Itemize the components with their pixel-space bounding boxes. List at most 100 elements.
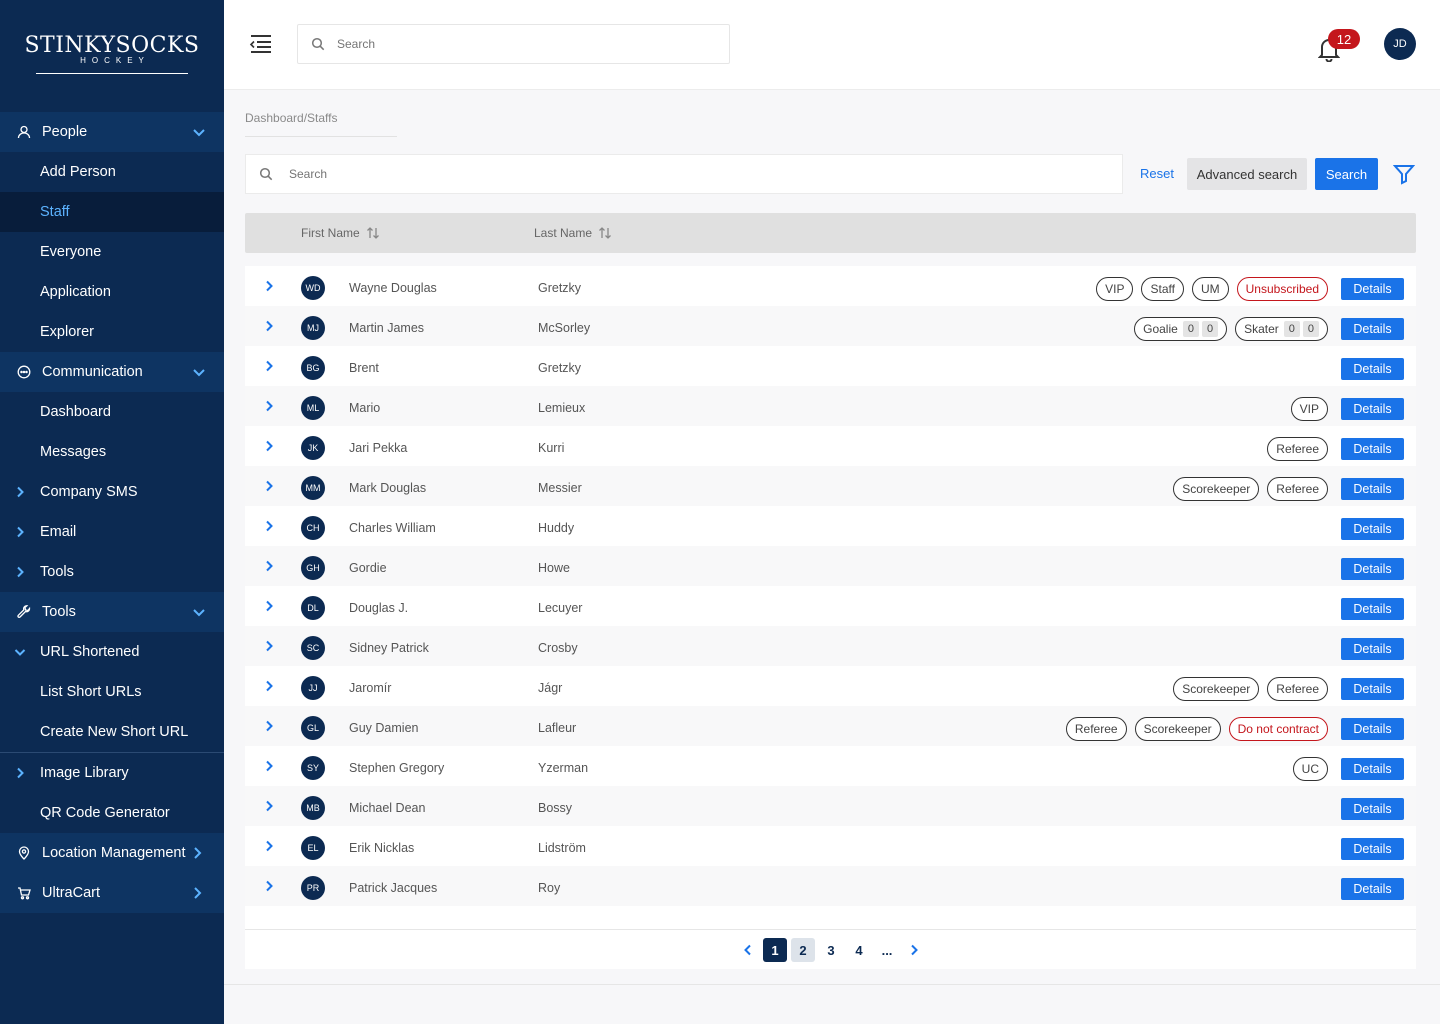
- expand-row-icon[interactable]: [263, 360, 275, 372]
- nav-item-url-shortened[interactable]: URL Shortened: [0, 632, 224, 672]
- expand-row-icon[interactable]: [263, 600, 275, 612]
- nav-item-create-short-url[interactable]: Create New Short URL: [0, 712, 224, 752]
- global-search[interactable]: [297, 24, 730, 64]
- tag-list: VIP: [1290, 397, 1328, 421]
- details-button[interactable]: Details: [1341, 278, 1404, 300]
- column-header-first-name[interactable]: First Name: [301, 226, 380, 240]
- page-number-button[interactable]: 1: [763, 938, 787, 962]
- tag-list: Referee: [1267, 437, 1328, 461]
- breadcrumb-underline: [245, 136, 397, 137]
- nav-item-label: Image Library: [40, 765, 129, 781]
- status-tag: Do not contract: [1228, 717, 1328, 741]
- first-name-cell: Mario: [349, 401, 381, 415]
- nav-item-label: Tools: [40, 564, 74, 580]
- advanced-search-button[interactable]: Advanced search: [1187, 158, 1307, 190]
- page-number-button[interactable]: 3: [819, 938, 843, 962]
- details-button[interactable]: Details: [1341, 758, 1404, 780]
- expand-row-icon[interactable]: [263, 720, 275, 732]
- nav-item-label: Email: [40, 524, 77, 540]
- nav-item-messages[interactable]: Messages: [0, 432, 224, 472]
- nav-item-list-short-urls[interactable]: List Short URLs: [0, 672, 224, 712]
- nav-section-tools[interactable]: Tools: [0, 592, 224, 632]
- nav-item-label: Everyone: [40, 244, 102, 260]
- first-name-cell: Stephen Gregory: [349, 761, 445, 775]
- details-button[interactable]: Details: [1341, 598, 1404, 620]
- expand-row-icon[interactable]: [263, 480, 275, 492]
- expand-row-icon[interactable]: [263, 640, 275, 652]
- nav-section-label: Tools: [42, 604, 76, 620]
- chevron-right-icon: [17, 526, 24, 538]
- expand-row-icon[interactable]: [263, 320, 275, 332]
- expand-row-icon[interactable]: [263, 880, 275, 892]
- status-tag: Skater 0 0: [1235, 317, 1328, 341]
- details-button[interactable]: Details: [1341, 438, 1404, 460]
- nav-item-company-sms[interactable]: Company SMS: [0, 472, 224, 512]
- details-button[interactable]: Details: [1341, 798, 1404, 820]
- pagination: 1 2 3 4...: [735, 938, 927, 962]
- nav-section-ultracart[interactable]: UltraCart: [0, 873, 224, 913]
- tag-label: Scorekeeper: [1182, 482, 1251, 496]
- last-name-cell: Yzerman: [538, 761, 589, 775]
- chevron-right-icon: [17, 486, 24, 498]
- expand-row-icon[interactable]: [263, 800, 275, 812]
- last-name-cell: Bossy: [538, 801, 573, 815]
- expand-row-icon[interactable]: [263, 680, 275, 692]
- page-ellipsis[interactable]: ...: [875, 938, 899, 962]
- menu-collapse-icon[interactable]: [249, 33, 273, 55]
- nav-item-email[interactable]: Email: [0, 512, 224, 552]
- details-button[interactable]: Details: [1341, 558, 1404, 580]
- nav-item-dashboard[interactable]: Dashboard: [0, 392, 224, 432]
- details-button[interactable]: Details: [1341, 478, 1404, 500]
- expand-row-icon[interactable]: [263, 560, 275, 572]
- table-row: JJ Jaromír Jágr Scorekeeper Referee Details: [245, 666, 1416, 706]
- table-row: MB Michael Dean Bossy Details: [245, 786, 1416, 826]
- table-row: BG Brent Gretzky Details: [245, 346, 1416, 386]
- global-search-input[interactable]: [337, 37, 697, 51]
- expand-row-icon[interactable]: [263, 440, 275, 452]
- details-button[interactable]: Details: [1341, 358, 1404, 380]
- details-button[interactable]: Details: [1341, 398, 1404, 420]
- brand-name: STINKYSOCKS: [24, 32, 200, 58]
- nav-section-communication[interactable]: Communication: [0, 352, 224, 392]
- staff-search-input[interactable]: [289, 167, 1089, 181]
- details-button[interactable]: Details: [1341, 838, 1404, 860]
- prev-page-button[interactable]: [735, 938, 761, 962]
- nav-item-explorer[interactable]: Explorer: [0, 312, 224, 352]
- expand-row-icon[interactable]: [263, 760, 275, 772]
- table-row: EL Erik Nicklas Lidström Details: [245, 826, 1416, 866]
- nav-section-people[interactable]: People: [0, 112, 224, 152]
- filter-icon[interactable]: [1393, 163, 1415, 185]
- page-number-button[interactable]: 2: [791, 938, 815, 962]
- details-button[interactable]: Details: [1341, 518, 1404, 540]
- person-avatar: EL: [301, 836, 325, 860]
- column-header-last-name[interactable]: Last Name: [534, 226, 612, 240]
- expand-row-icon[interactable]: [263, 400, 275, 412]
- page-number-button[interactable]: 4: [847, 938, 871, 962]
- user-avatar[interactable]: JD: [1384, 28, 1416, 60]
- details-button[interactable]: Details: [1341, 678, 1404, 700]
- staff-search[interactable]: [245, 154, 1123, 194]
- nav-item-application[interactable]: Application: [0, 272, 224, 312]
- nav-item-qr-code-generator[interactable]: QR Code Generator: [0, 793, 224, 833]
- next-page-button[interactable]: [901, 938, 927, 962]
- nav-section-location[interactable]: Location Management: [0, 833, 224, 873]
- expand-row-icon[interactable]: [263, 840, 275, 852]
- nav-item-comm-tools[interactable]: Tools: [0, 552, 224, 592]
- pagination-bar: 1 2 3 4...: [245, 929, 1416, 969]
- details-button[interactable]: Details: [1341, 718, 1404, 740]
- expand-row-icon[interactable]: [263, 280, 275, 292]
- nav-item-label: List Short URLs: [40, 684, 142, 700]
- brand-logo[interactable]: STINKYSOCKS HOCKEY: [0, 0, 224, 112]
- nav-item-label: Add Person: [40, 164, 116, 180]
- nav-item-everyone[interactable]: Everyone: [0, 232, 224, 272]
- nav-item-image-library[interactable]: Image Library: [0, 753, 224, 793]
- nav-item-staff[interactable]: Staff: [0, 192, 224, 232]
- expand-row-icon[interactable]: [263, 520, 275, 532]
- search-button[interactable]: Search: [1315, 158, 1378, 190]
- nav-item-add-person[interactable]: Add Person: [0, 152, 224, 192]
- brand-sub: HOCKEY: [80, 55, 150, 65]
- reset-link[interactable]: Reset: [1140, 166, 1174, 181]
- details-button[interactable]: Details: [1341, 878, 1404, 900]
- details-button[interactable]: Details: [1341, 318, 1404, 340]
- details-button[interactable]: Details: [1341, 638, 1404, 660]
